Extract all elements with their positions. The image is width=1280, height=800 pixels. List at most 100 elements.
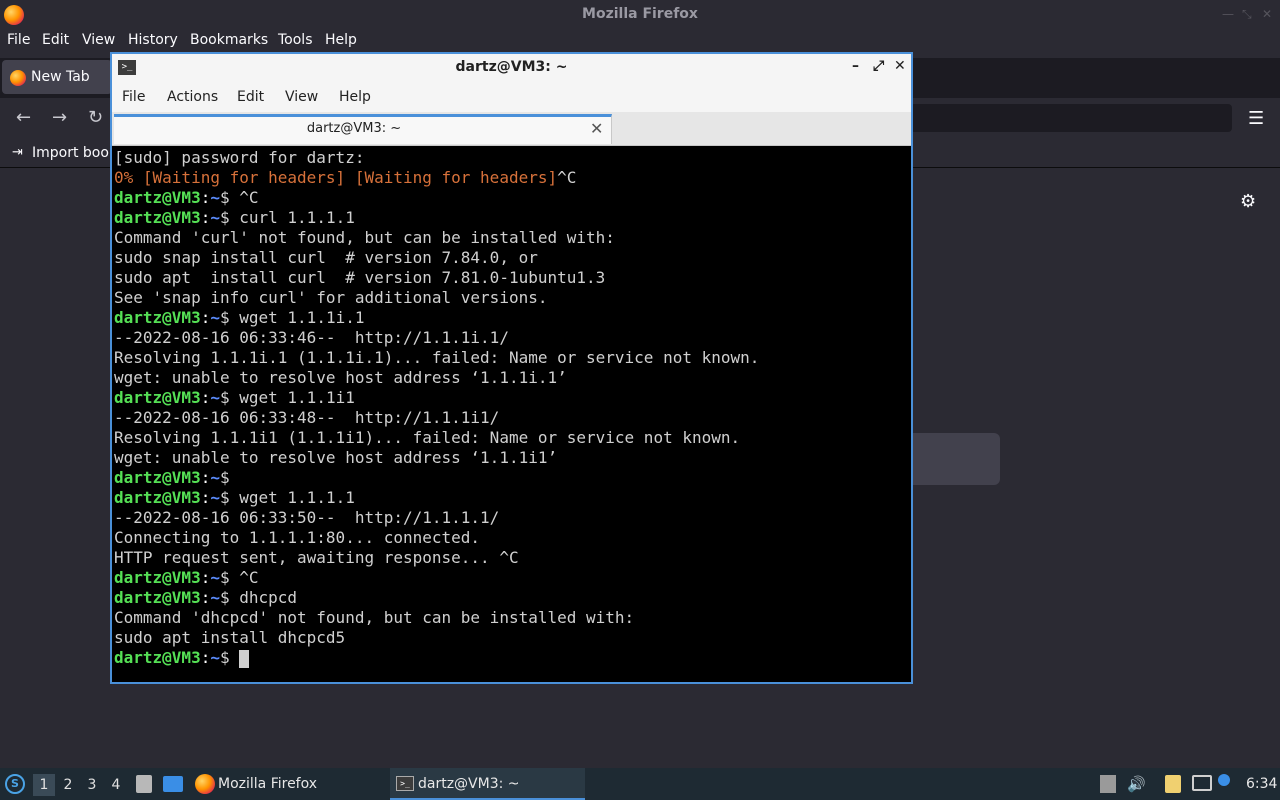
workspace-2[interactable]: 2: [57, 774, 79, 796]
url-bar[interactable]: [910, 104, 1232, 132]
gear-icon[interactable]: ⚙: [1240, 191, 1256, 212]
prompt-separator: :: [200, 568, 211, 587]
minimize-icon[interactable]: —: [1222, 7, 1234, 21]
reload-icon[interactable]: ↻: [88, 108, 103, 128]
start-menu-icon[interactable]: S: [5, 774, 25, 794]
prompt-separator: :: [200, 388, 211, 407]
prompt-symbol: $: [219, 648, 240, 667]
prompt-symbol: $: [219, 308, 240, 327]
terminal-line: sudo snap install curl # version 7.84.0,…: [114, 248, 911, 268]
menu-edit[interactable]: Edit: [42, 32, 69, 48]
terminal-line: Resolving 1.1.1i1 (1.1.1i1)... failed: N…: [114, 428, 911, 448]
output-text: Connecting to 1.1.1.1:80... connected.: [114, 528, 481, 547]
terminal-tab[interactable]: dartz@VM3: ~ ✕: [114, 114, 612, 144]
terminal-window: >_ dartz@VM3: ~ – ⤢ ✕ File Actions Edit …: [110, 52, 913, 684]
terminal-line: dartz@VM3:~$ curl 1.1.1.1: [114, 208, 911, 228]
forward-arrow-icon[interactable]: →: [52, 108, 67, 128]
terminal-line: --2022-08-16 06:33:48-- http://1.1.1i1/: [114, 408, 911, 428]
prompt-path: ~: [210, 308, 220, 327]
close-icon[interactable]: ✕: [894, 58, 906, 74]
tab-label: New Tab: [31, 69, 90, 85]
prompt-separator: :: [200, 648, 211, 667]
workspace-1[interactable]: 1: [33, 774, 55, 796]
task-firefox[interactable]: Mozilla Firefox: [218, 776, 317, 792]
terminal-task-icon: >_: [396, 776, 414, 791]
menu-edit[interactable]: Edit: [237, 89, 264, 105]
task-terminal[interactable]: dartz@VM3: ~: [418, 776, 520, 792]
prompt-separator: :: [200, 208, 211, 227]
output-text: [sudo] password for dartz:: [114, 148, 365, 167]
minimize-icon[interactable]: –: [852, 58, 859, 74]
command-text: wget 1.1.1i.1: [239, 308, 365, 327]
volume-icon[interactable]: 🔊: [1127, 775, 1146, 793]
close-icon[interactable]: ✕: [1262, 7, 1272, 21]
terminal-line: dartz@VM3:~$ ^C: [114, 188, 911, 208]
menu-bookmarks[interactable]: Bookmarks: [190, 32, 268, 48]
drive-icon[interactable]: [1100, 775, 1116, 793]
prompt-user: dartz@VM3: [114, 308, 201, 327]
prompt-separator: :: [200, 308, 211, 327]
menu-view[interactable]: View: [82, 32, 115, 48]
file-manager-icon[interactable]: [136, 775, 152, 793]
maximize-icon[interactable]: ⤢: [873, 58, 884, 74]
menu-tools[interactable]: Tools: [278, 32, 313, 48]
prompt-symbol: $: [219, 188, 240, 207]
new-tab-search-box[interactable]: [900, 433, 1000, 485]
menu-file[interactable]: File: [7, 32, 30, 48]
interrupt-text: ^C: [557, 168, 577, 187]
terminal-line: wget: unable to resolve host address ‘1.…: [114, 368, 911, 388]
notification-icon[interactable]: [1218, 774, 1230, 786]
prompt-user: dartz@VM3: [114, 568, 201, 587]
terminal-line: wget: unable to resolve host address ‘1.…: [114, 448, 911, 468]
terminal-line: dartz@VM3:~$ dhcpcd: [114, 588, 911, 608]
menu-help[interactable]: Help: [325, 32, 357, 48]
prompt-path: ~: [210, 588, 220, 607]
output-text: See 'snap info curl' for additional vers…: [114, 288, 548, 307]
terminal-tab-label: dartz@VM3: ~: [306, 121, 402, 136]
output-text: wget: unable to resolve host address ‘1.…: [114, 368, 567, 387]
prompt-symbol: $: [219, 468, 240, 487]
terminal-line: dartz@VM3:~$ wget 1.1.1i1: [114, 388, 911, 408]
tab-new-tab[interactable]: New Tab: [2, 60, 112, 94]
clipboard-icon[interactable]: [1165, 775, 1181, 793]
menu-help[interactable]: Help: [339, 89, 371, 105]
terminal-line: Resolving 1.1.1i.1 (1.1.1i.1)... failed:…: [114, 348, 911, 368]
workspace-3[interactable]: 3: [81, 774, 103, 796]
show-desktop-icon[interactable]: [163, 776, 183, 792]
terminal-line: Command 'curl' not found, but can be ins…: [114, 228, 911, 248]
menu-view[interactable]: View: [285, 89, 318, 105]
menu-file[interactable]: File: [122, 89, 145, 105]
tab-close-icon[interactable]: ✕: [590, 119, 603, 138]
menu-history[interactable]: History: [128, 32, 178, 48]
command-text: dhcpcd: [239, 588, 298, 607]
terminal-line: 0% [Waiting for headers] [Waiting for he…: [114, 168, 911, 188]
prompt-user: dartz@VM3: [114, 468, 201, 487]
prompt-user: dartz@VM3: [114, 188, 201, 207]
menu-actions[interactable]: Actions: [167, 89, 218, 105]
terminal-line: dartz@VM3:~$ wget 1.1.1i.1: [114, 308, 911, 328]
back-arrow-icon[interactable]: ←: [16, 108, 31, 128]
prompt-path: ~: [210, 488, 220, 507]
terminal-line: dartz@VM3:~$ ^C: [114, 568, 911, 588]
restore-icon[interactable]: ⤡: [1242, 7, 1252, 22]
terminal-line: dartz@VM3:~$ wget 1.1.1.1: [114, 488, 911, 508]
terminal-line: HTTP request sent, awaiting response... …: [114, 548, 911, 568]
output-text: HTTP request sent, awaiting response... …: [114, 548, 519, 567]
output-text: --2022-08-16 06:33:48-- http://1.1.1i1/: [114, 408, 500, 427]
import-bookmarks-button[interactable]: Import book: [32, 145, 117, 161]
workspace-4[interactable]: 4: [105, 774, 127, 796]
terminal-line: Connecting to 1.1.1.1:80... connected.: [114, 528, 911, 548]
network-icon[interactable]: [1192, 775, 1212, 791]
cursor-block: [239, 649, 250, 668]
clock[interactable]: 6:34: [1246, 776, 1277, 792]
prompt-path: ~: [210, 648, 220, 667]
hamburger-menu-icon[interactable]: ☰: [1248, 108, 1264, 129]
prompt-symbol: $: [219, 208, 240, 227]
output-text: Command 'dhcpcd' not found, but can be i…: [114, 608, 635, 627]
firefox-task-icon: [195, 774, 215, 794]
prompt-symbol: $: [219, 568, 240, 587]
prompt-user: dartz@VM3: [114, 488, 201, 507]
output-text: Resolving 1.1.1i1 (1.1.1i1)... failed: N…: [114, 428, 741, 447]
terminal-line: --2022-08-16 06:33:50-- http://1.1.1.1/: [114, 508, 911, 528]
terminal-output[interactable]: [sudo] password for dartz: 0% [Waiting fo…: [112, 146, 911, 682]
